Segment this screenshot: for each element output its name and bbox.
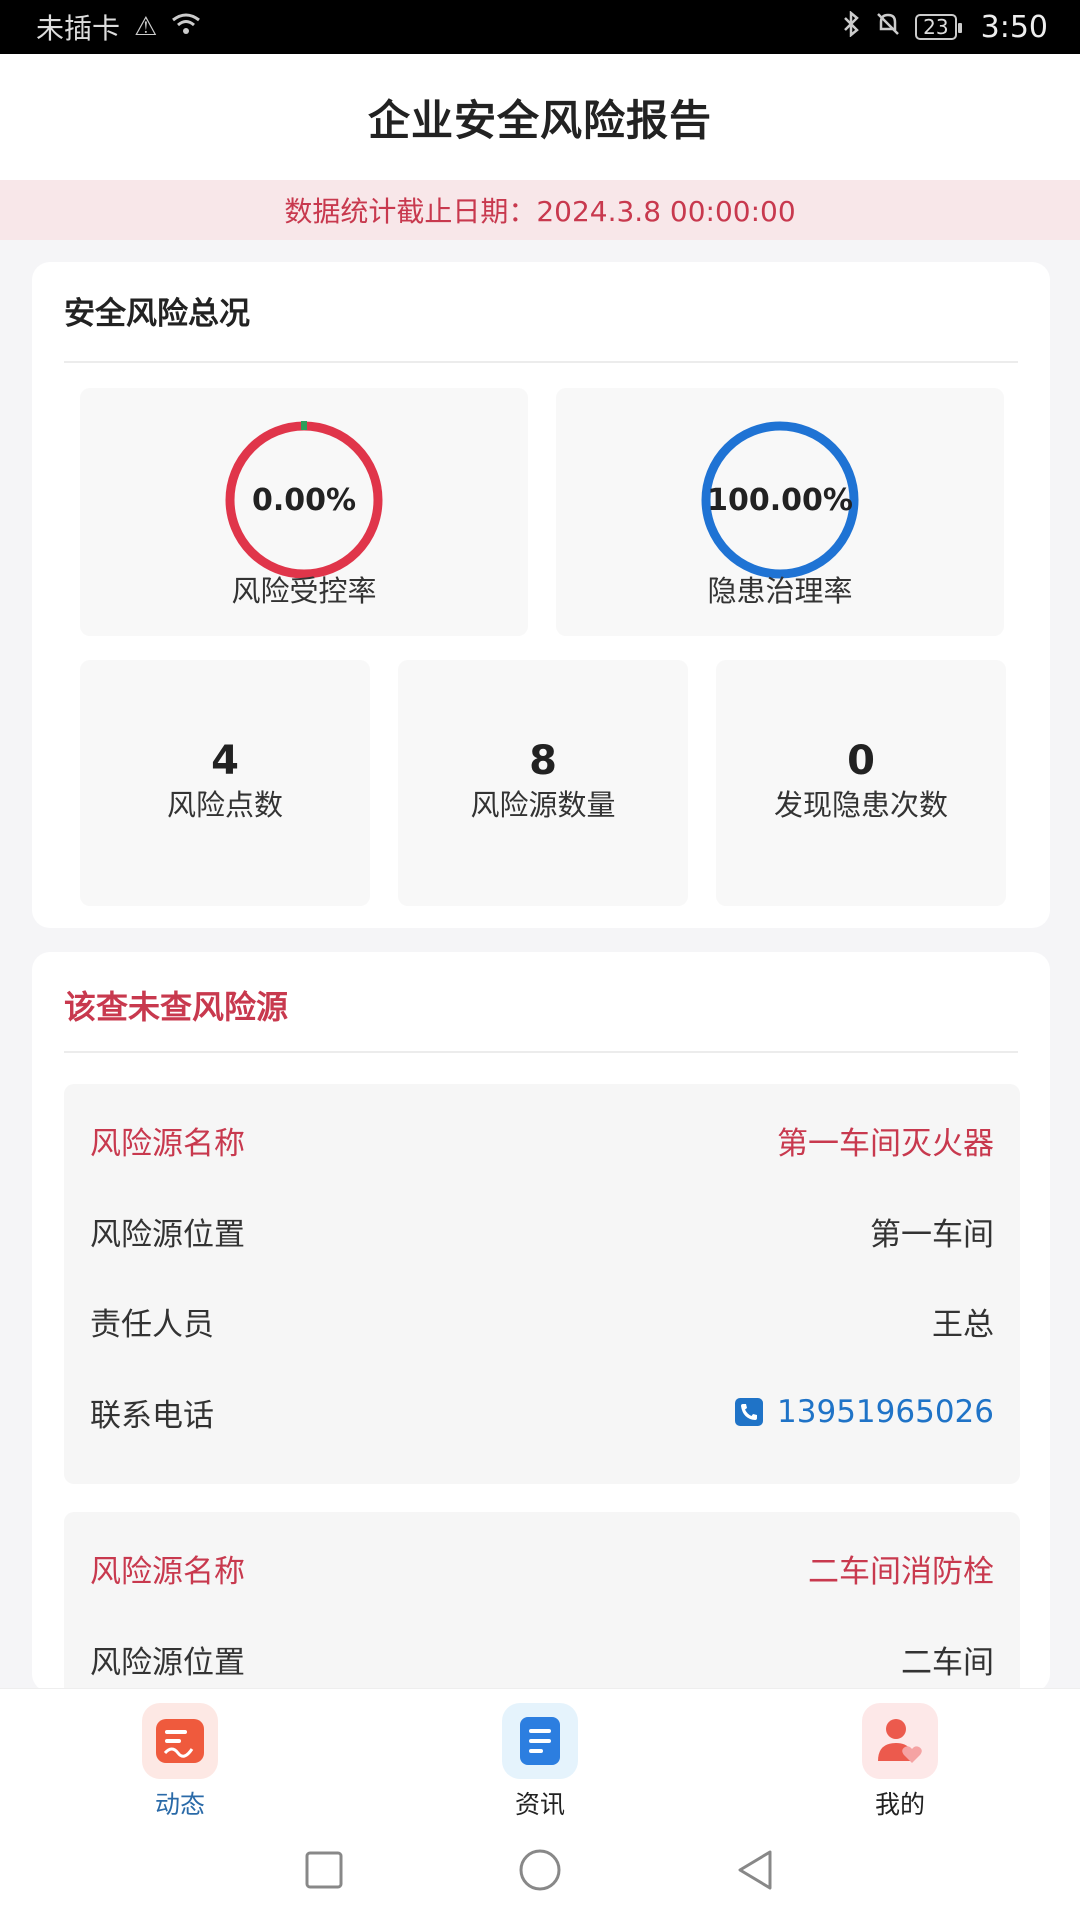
responsible-person-value: 王总 bbox=[932, 1306, 994, 1343]
source-name-label: 风险源名称 bbox=[90, 1125, 245, 1162]
home-button[interactable] bbox=[516, 1846, 564, 1894]
risk-point-count-value: 4 bbox=[211, 738, 239, 784]
divider bbox=[64, 361, 1018, 363]
unchecked-title: 该查未查风险源 bbox=[64, 988, 289, 1026]
recent-apps-button[interactable] bbox=[300, 1846, 348, 1894]
risk-control-rate-value: 0.00% bbox=[251, 482, 357, 518]
phone-label: 联系电话 bbox=[90, 1397, 214, 1434]
app-header: 企业安全风险报告 bbox=[0, 54, 1080, 180]
bottom-navigation: 动态 资讯 我的 bbox=[0, 1688, 1080, 1819]
nav-tab-dynamic[interactable]: 动态 bbox=[100, 1703, 260, 1821]
hazard-fix-rate-tile[interactable]: 100.00% 隐患治理率 bbox=[556, 388, 1004, 636]
risk-control-rate-tile[interactable]: 0.00% 风险受控率 bbox=[80, 388, 528, 636]
source-location-value: 二车间 bbox=[901, 1644, 994, 1681]
sim-alert-icon: ⚠ bbox=[134, 12, 158, 42]
unchecked-sources-card: 该查未查风险源 风险源名称 第一车间灭火器 风险源位置 第一车间 责任人员 王总… bbox=[32, 952, 1050, 1692]
source-location-label: 风险源位置 bbox=[90, 1216, 245, 1253]
overview-card: 安全风险总况 0.00% 风险受控率 100.00% 隐患治理率 4 风险点数 … bbox=[32, 262, 1050, 928]
risk-source-count-tile[interactable]: 8 风险源数量 bbox=[398, 660, 688, 906]
hazard-found-count-label: 发现隐患次数 bbox=[773, 788, 948, 822]
dynamic-icon bbox=[142, 1703, 218, 1779]
source-name-value: 第一车间灭火器 bbox=[777, 1125, 994, 1162]
overview-title: 安全风险总况 bbox=[64, 296, 250, 332]
status-bar: 未插卡 ⚠ 23 3:50 bbox=[0, 0, 1080, 54]
hazard-found-count-value: 0 bbox=[847, 738, 875, 784]
risk-point-count-label: 风险点数 bbox=[166, 788, 283, 822]
news-icon bbox=[502, 1703, 578, 1779]
risk-source-record[interactable]: 风险源名称 二车间消防栓 风险源位置 二车间 bbox=[64, 1512, 1020, 1692]
source-location-label: 风险源位置 bbox=[90, 1644, 245, 1681]
hazard-fix-rate-ring: 100.00% bbox=[698, 418, 862, 582]
divider bbox=[64, 1051, 1018, 1053]
clock: 3:50 bbox=[980, 9, 1048, 45]
back-button[interactable] bbox=[732, 1846, 780, 1894]
risk-source-count-label: 风险源数量 bbox=[470, 788, 616, 822]
nav-tab-mine[interactable]: 我的 bbox=[820, 1703, 980, 1821]
carrier-text: 未插卡 bbox=[36, 12, 121, 45]
phone-number: 13951965026 bbox=[777, 1394, 994, 1430]
phone-icon bbox=[735, 1398, 764, 1426]
hazard-fix-rate-value: 100.00% bbox=[707, 482, 853, 518]
page-title: 企业安全风险报告 bbox=[367, 95, 712, 145]
source-location-value: 第一车间 bbox=[870, 1216, 994, 1253]
risk-point-count-tile[interactable]: 4 风险点数 bbox=[80, 660, 370, 906]
risk-control-rate-ring: 0.00% bbox=[222, 418, 386, 582]
risk-source-count-value: 8 bbox=[529, 738, 557, 784]
source-name-value: 二车间消防栓 bbox=[808, 1553, 994, 1590]
hazard-fix-rate-label: 隐患治理率 bbox=[707, 574, 853, 608]
responsible-person-label: 责任人员 bbox=[90, 1306, 214, 1343]
phone-link[interactable]: 13951965026 bbox=[733, 1394, 994, 1430]
battery-indicator: 23 bbox=[915, 14, 963, 40]
date-banner: 数据统计截止日期：2024.3.8 00:00:00 bbox=[0, 180, 1080, 240]
source-name-label: 风险源名称 bbox=[90, 1553, 245, 1590]
system-navigation-bar bbox=[0, 1816, 1080, 1920]
risk-control-rate-label: 风险受控率 bbox=[231, 574, 377, 608]
bluetooth-icon bbox=[841, 9, 861, 44]
square-icon bbox=[305, 1851, 343, 1889]
hazard-found-count-tile[interactable]: 0 发现隐患次数 bbox=[716, 660, 1006, 906]
mute-bell-icon bbox=[875, 11, 901, 44]
wifi-icon bbox=[171, 12, 201, 43]
risk-source-record[interactable]: 风险源名称 第一车间灭火器 风险源位置 第一车间 责任人员 王总 联系电话 13… bbox=[64, 1084, 1020, 1484]
profile-icon bbox=[862, 1703, 938, 1779]
back-triangle-icon bbox=[738, 1850, 772, 1890]
date-text: 数据统计截止日期：2024.3.8 00:00:00 bbox=[284, 195, 796, 228]
circle-icon bbox=[519, 1849, 561, 1891]
nav-tab-news[interactable]: 资讯 bbox=[460, 1703, 620, 1821]
